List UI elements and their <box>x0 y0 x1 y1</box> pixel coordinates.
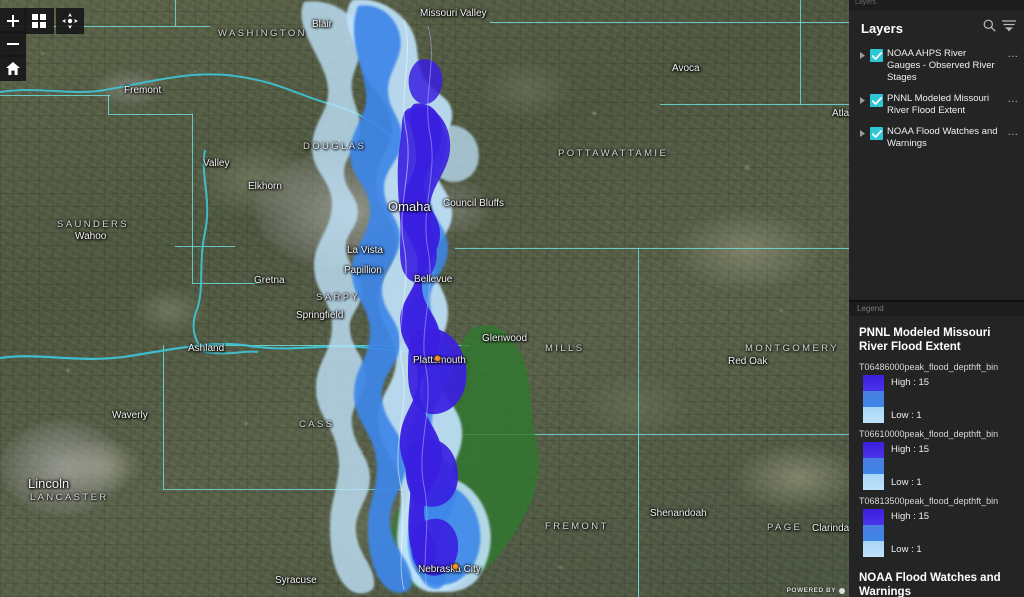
layer-name-label: NOAA AHPS River Gauges - Observed River … <box>887 48 995 83</box>
layer-options-menu-button[interactable]: ... <box>1006 125 1020 138</box>
grid-icon <box>32 14 46 28</box>
layer-visibility-checkbox[interactable] <box>870 94 883 107</box>
legend-body: PNNL Modeled Missouri River Flood Extent… <box>849 316 1024 597</box>
legend-swatch-stack <box>863 442 884 490</box>
legend-swatch <box>863 525 884 541</box>
flood-map-application: WASHINGTON Blair Missouri Valley Fremont Avo… <box>0 0 1024 597</box>
chevron-right-icon[interactable] <box>858 47 866 59</box>
chevron-right-icon[interactable] <box>858 92 866 104</box>
layer-name-label: NOAA Flood Watches and Warnings <box>887 126 998 149</box>
search-icon[interactable] <box>983 19 996 37</box>
legend-tab-label[interactable]: Legend <box>857 304 884 313</box>
esri-logo-icon <box>839 587 845 594</box>
flood-deep-bulge-plattsmouth <box>408 328 467 415</box>
attribution: POWERED BY <box>787 587 845 594</box>
layers-header: Layers <box>849 10 1024 43</box>
attribution-text: POWERED BY <box>786 587 836 594</box>
legend-swatch <box>863 407 884 423</box>
plus-icon <box>7 15 19 27</box>
legend-swatch <box>863 375 884 391</box>
legend-group-title: PNNL Modeled Missouri River Flood Extent <box>859 327 991 353</box>
minus-icon <box>7 43 19 45</box>
legend-color-ramp: High : 15-Low : 1 <box>859 375 1016 423</box>
layers-tab-label[interactable]: Layers <box>855 0 876 6</box>
legend-ramp-labels: High : 15-Low : 1 <box>891 442 929 490</box>
layer-name-label: PNNL Modeled Missouri River Flood Extent <box>887 93 990 116</box>
legend-swatch-stack <box>863 509 884 557</box>
navigate-button[interactable] <box>56 8 84 34</box>
home-icon <box>6 61 20 75</box>
home-button[interactable] <box>0 55 26 81</box>
side-panel: Layers Layers NOAA AHPS River Gauges - O… <box>849 0 1024 597</box>
legend-ramp-labels: High : 15-Low : 1 <box>891 375 929 423</box>
legend-group-title: NOAA Flood Watches and Warnings <box>859 572 1001 597</box>
river-gauge-marker[interactable] <box>452 563 459 570</box>
legend-low-label: Low : 1 <box>891 544 922 555</box>
filter-icon[interactable] <box>1002 19 1016 37</box>
legend-swatch <box>863 442 884 458</box>
layer-options-menu-button[interactable]: ... <box>1006 47 1020 60</box>
legend-swatch-stack <box>863 375 884 423</box>
legend-field-name: T06610000peak_flood_depthft_bin <box>859 429 999 439</box>
layer-list-item[interactable]: NOAA AHPS River Gauges - Observed River … <box>849 43 1024 88</box>
legend-tab-bar: Legend <box>849 302 1024 316</box>
legend-low-label: Low : 1 <box>891 410 922 421</box>
legend-color-ramp: High : 15-Low : 1 <box>859 509 1016 557</box>
legend-spacer <box>859 562 1016 571</box>
compass-navigation-icon <box>62 13 78 29</box>
layers-panel: Layers NOAA AHPS River Gauges - Observed… <box>849 10 1024 300</box>
layers-panel-title: Layers <box>861 20 903 36</box>
flood-extent-layer <box>301 0 539 594</box>
legend-swatch <box>863 458 884 474</box>
legend-swatch <box>863 541 884 557</box>
layer-list-item[interactable]: PNNL Modeled Missouri River Flood Extent… <box>849 88 1024 121</box>
layer-list: NOAA AHPS River Gauges - Observed River … <box>849 43 1024 154</box>
layer-visibility-checkbox[interactable] <box>870 49 883 62</box>
chevron-right-icon[interactable] <box>858 125 866 137</box>
zoom-out-button[interactable] <box>0 31 26 57</box>
legend-low-label: Low : 1 <box>891 477 922 488</box>
layer-list-item[interactable]: NOAA Flood Watches and Warnings... <box>849 121 1024 154</box>
layer-visibility-checkbox[interactable] <box>870 127 883 140</box>
basemap-gallery-button[interactable] <box>24 8 54 34</box>
legend-swatch <box>863 391 884 407</box>
legend-high-label: High : 15 <box>891 511 930 522</box>
legend-swatch <box>863 474 884 490</box>
layer-options-menu-button[interactable]: ... <box>1006 92 1020 105</box>
legend-high-label: High : 15 <box>891 444 930 455</box>
legend-color-ramp: High : 15-Low : 1 <box>859 442 1016 490</box>
legend-ramp-labels: High : 15-Low : 1 <box>891 509 929 557</box>
map-viewport[interactable]: WASHINGTON Blair Missouri Valley Fremont Avo… <box>0 0 849 597</box>
legend-swatch <box>863 509 884 525</box>
legend-field-name: T06813500peak_flood_depthft_bin <box>859 496 999 506</box>
layers-tab-bar: Layers <box>849 0 1024 10</box>
river-gauge-marker[interactable] <box>434 355 441 362</box>
legend-panel: Legend PNNL Modeled Missouri River Flood… <box>849 302 1024 597</box>
legend-high-label: High : 15 <box>891 377 930 388</box>
legend-field-name: T06486000peak_flood_depthft_bin <box>859 362 999 372</box>
